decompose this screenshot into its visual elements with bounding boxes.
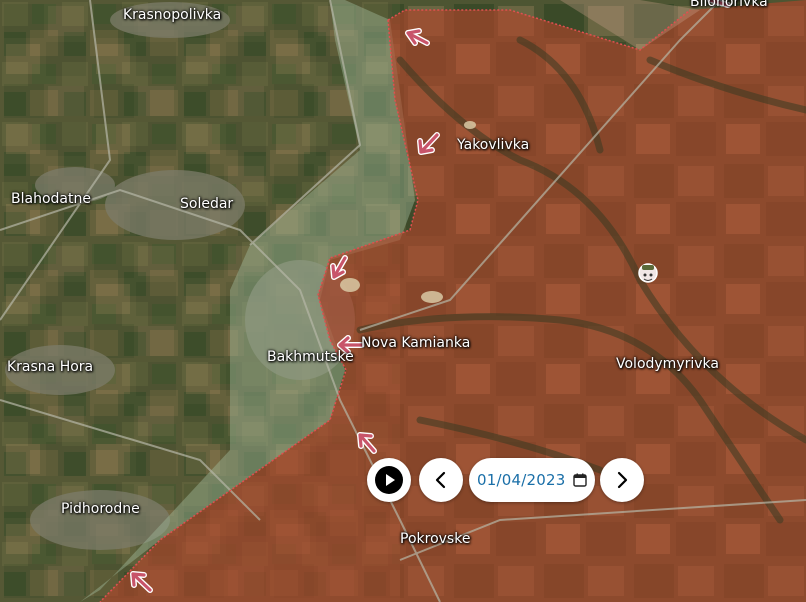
place-label-pidhorodne: Pidhorodne bbox=[61, 501, 140, 517]
place-label-blahodatne: Blahodatne bbox=[11, 191, 91, 207]
place-label-bilohorivka: Bilohorivka bbox=[690, 0, 768, 10]
place-label-krasnopolivka: Krasnopolivka bbox=[123, 7, 222, 23]
next-date-button[interactable] bbox=[600, 458, 644, 502]
date-value: 01/04/2023 bbox=[477, 471, 566, 489]
chevron-left-icon bbox=[435, 471, 446, 489]
place-label-yakovlivka: Yakovlivka bbox=[457, 137, 530, 153]
place-label-pokrovske: Pokrovske bbox=[400, 531, 471, 547]
play-icon bbox=[375, 466, 403, 494]
previous-date-button[interactable] bbox=[419, 458, 463, 502]
place-label-bakhmutske: Bakhmutske bbox=[267, 349, 354, 365]
unit-marker-icon[interactable] bbox=[638, 263, 658, 283]
place-label-krasna-hora: Krasna Hora bbox=[7, 359, 94, 375]
map-view[interactable]: Krasnopolivka Bilohorivka Yakovlivka Bla… bbox=[0, 0, 806, 602]
place-label-volodymyrivka: Volodymyrivka bbox=[616, 356, 719, 372]
place-label-soledar: Soledar bbox=[180, 196, 234, 212]
chevron-right-icon bbox=[617, 471, 628, 489]
play-button[interactable] bbox=[367, 458, 411, 502]
date-input[interactable]: 01/04/2023 bbox=[469, 458, 595, 502]
place-label-nova-kamianka: Nova Kamianka bbox=[361, 335, 471, 351]
calendar-icon[interactable] bbox=[573, 473, 587, 487]
